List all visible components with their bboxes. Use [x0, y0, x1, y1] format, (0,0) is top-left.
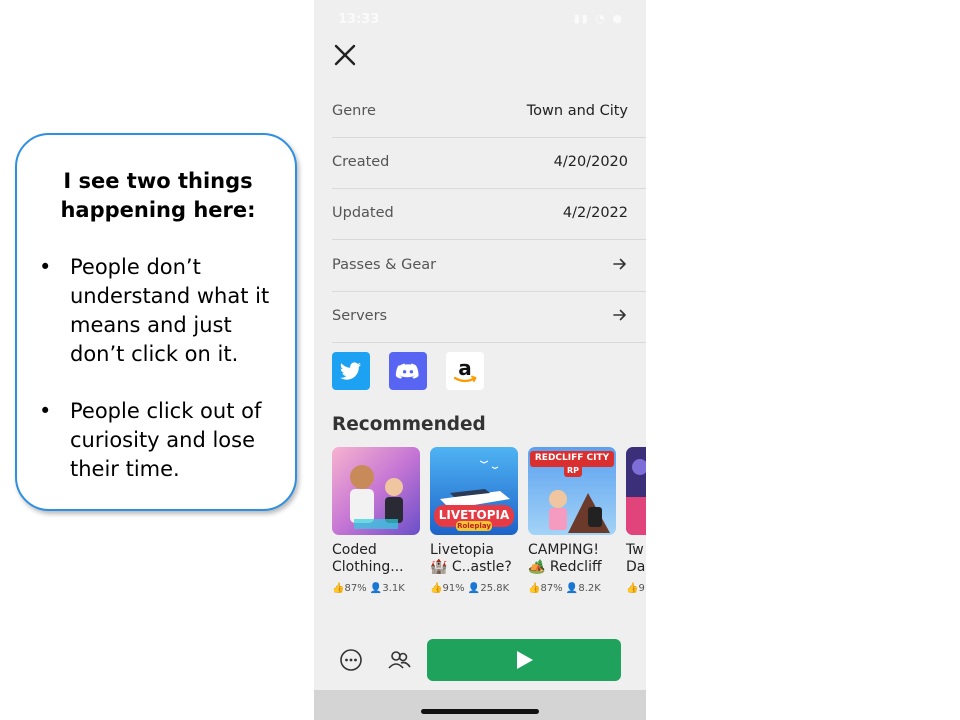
twitter-icon[interactable] — [332, 352, 370, 390]
game-title: Tw Da — [626, 542, 646, 575]
game-rating: 87% — [344, 583, 367, 594]
game-thumbnail: LIVETOPIA Roleplay — [430, 447, 518, 535]
bullet-dot: • — [39, 255, 52, 279]
phone-screen: 13:33 ▮▮ ◔ ● Genre Town and City Created… — [314, 0, 646, 720]
more-options-icon[interactable] — [338, 647, 364, 673]
thumbs-up-icon: 👍 — [332, 583, 345, 594]
row-label: Created — [332, 154, 390, 170]
play-icon — [517, 651, 533, 669]
game-players: 8.2K — [578, 583, 601, 594]
row-value: 4/2/2022 — [562, 205, 628, 221]
detail-row-created: Created 4/20/2020 — [332, 137, 646, 189]
game-title: Livetopia 🏰 C..astle? — [430, 542, 512, 575]
game-badge: LIVETOPIA — [438, 508, 510, 522]
row-value: 4/20/2020 — [553, 154, 628, 170]
game-card[interactable]: Coded Clothing... 👍87% 👤3.1K — [332, 447, 420, 594]
game-card[interactable]: Tw Da 👍9 — [626, 447, 646, 594]
bullet-dot: • — [39, 399, 52, 423]
game-thumbnail — [332, 447, 420, 535]
svg-text:a: a — [458, 356, 472, 380]
arrow-right-icon — [613, 258, 626, 270]
game-title: Coded Clothing... — [332, 542, 404, 575]
game-stats: 👍91% 👤25.8K — [430, 583, 518, 594]
status-bar: 13:33 ▮▮ ◔ ● — [314, 0, 646, 38]
discord-icon[interactable] — [389, 352, 427, 390]
game-thumbnail — [626, 447, 646, 535]
game-stats: 👍87% 👤8.2K — [528, 583, 616, 594]
game-stats: 👍9 — [626, 583, 646, 594]
callout-box: I see two things happening here: • Peopl… — [15, 133, 297, 511]
detail-row-passes-gear[interactable]: Passes & Gear — [332, 240, 646, 292]
game-rating: 87% — [540, 583, 563, 594]
game-title: CAMPING! 🏕️ Redcliff — [528, 542, 602, 575]
game-stats: 👍87% 👤3.1K — [332, 583, 420, 594]
detail-row-servers[interactable]: Servers — [332, 291, 646, 343]
callout-title: I see two things happening here: — [60, 169, 256, 222]
player-icon: 👤 — [369, 583, 383, 594]
play-button[interactable] — [427, 639, 621, 681]
game-players: 3.1K — [382, 583, 405, 594]
row-label: Passes & Gear — [332, 257, 437, 273]
close-icon[interactable] — [332, 42, 358, 68]
home-bar-area — [314, 690, 646, 720]
status-time: 13:33 — [338, 12, 380, 27]
row-label: Servers — [332, 308, 388, 324]
thumbs-up-icon: 👍 — [528, 583, 541, 594]
game-players: 25.8K — [480, 583, 510, 594]
row-value: Town and City — [526, 103, 628, 119]
thumbs-up-icon: 👍 — [626, 583, 639, 594]
recommended-heading: Recommended — [332, 414, 486, 435]
thumbs-up-icon: 👍 — [430, 583, 443, 594]
status-icons: ▮▮ ◔ ● — [573, 12, 624, 25]
detail-row-genre: Genre Town and City — [332, 86, 646, 138]
game-badge-sub: RP — [566, 466, 580, 475]
game-card[interactable]: LIVETOPIA Roleplay Livetopia 🏰 C..astle?… — [430, 447, 518, 594]
amazon-icon[interactable]: a — [446, 352, 484, 390]
game-rating: 91% — [442, 583, 465, 594]
bullet-text: People don’t understand what it means an… — [70, 255, 270, 366]
friends-icon[interactable] — [386, 647, 412, 673]
bullet-text: People click out of curiosity and lose t… — [70, 399, 262, 481]
game-badge-sub: Roleplay — [457, 522, 491, 530]
arrow-right-icon — [613, 309, 626, 321]
row-label: Genre — [332, 103, 376, 119]
player-icon: 👤 — [467, 583, 481, 594]
game-card[interactable]: REDCLIFF CITY RP CAMPING! 🏕️ Redcliff 👍8… — [528, 447, 616, 594]
game-badge: REDCLIFF CITY — [534, 453, 610, 463]
detail-row-updated: Updated 4/2/2022 — [332, 188, 646, 240]
game-thumbnail: REDCLIFF CITY RP — [528, 447, 616, 535]
home-indicator[interactable] — [421, 709, 539, 714]
game-rating: 9 — [638, 583, 645, 594]
row-label: Updated — [332, 205, 394, 221]
player-icon: 👤 — [565, 583, 579, 594]
